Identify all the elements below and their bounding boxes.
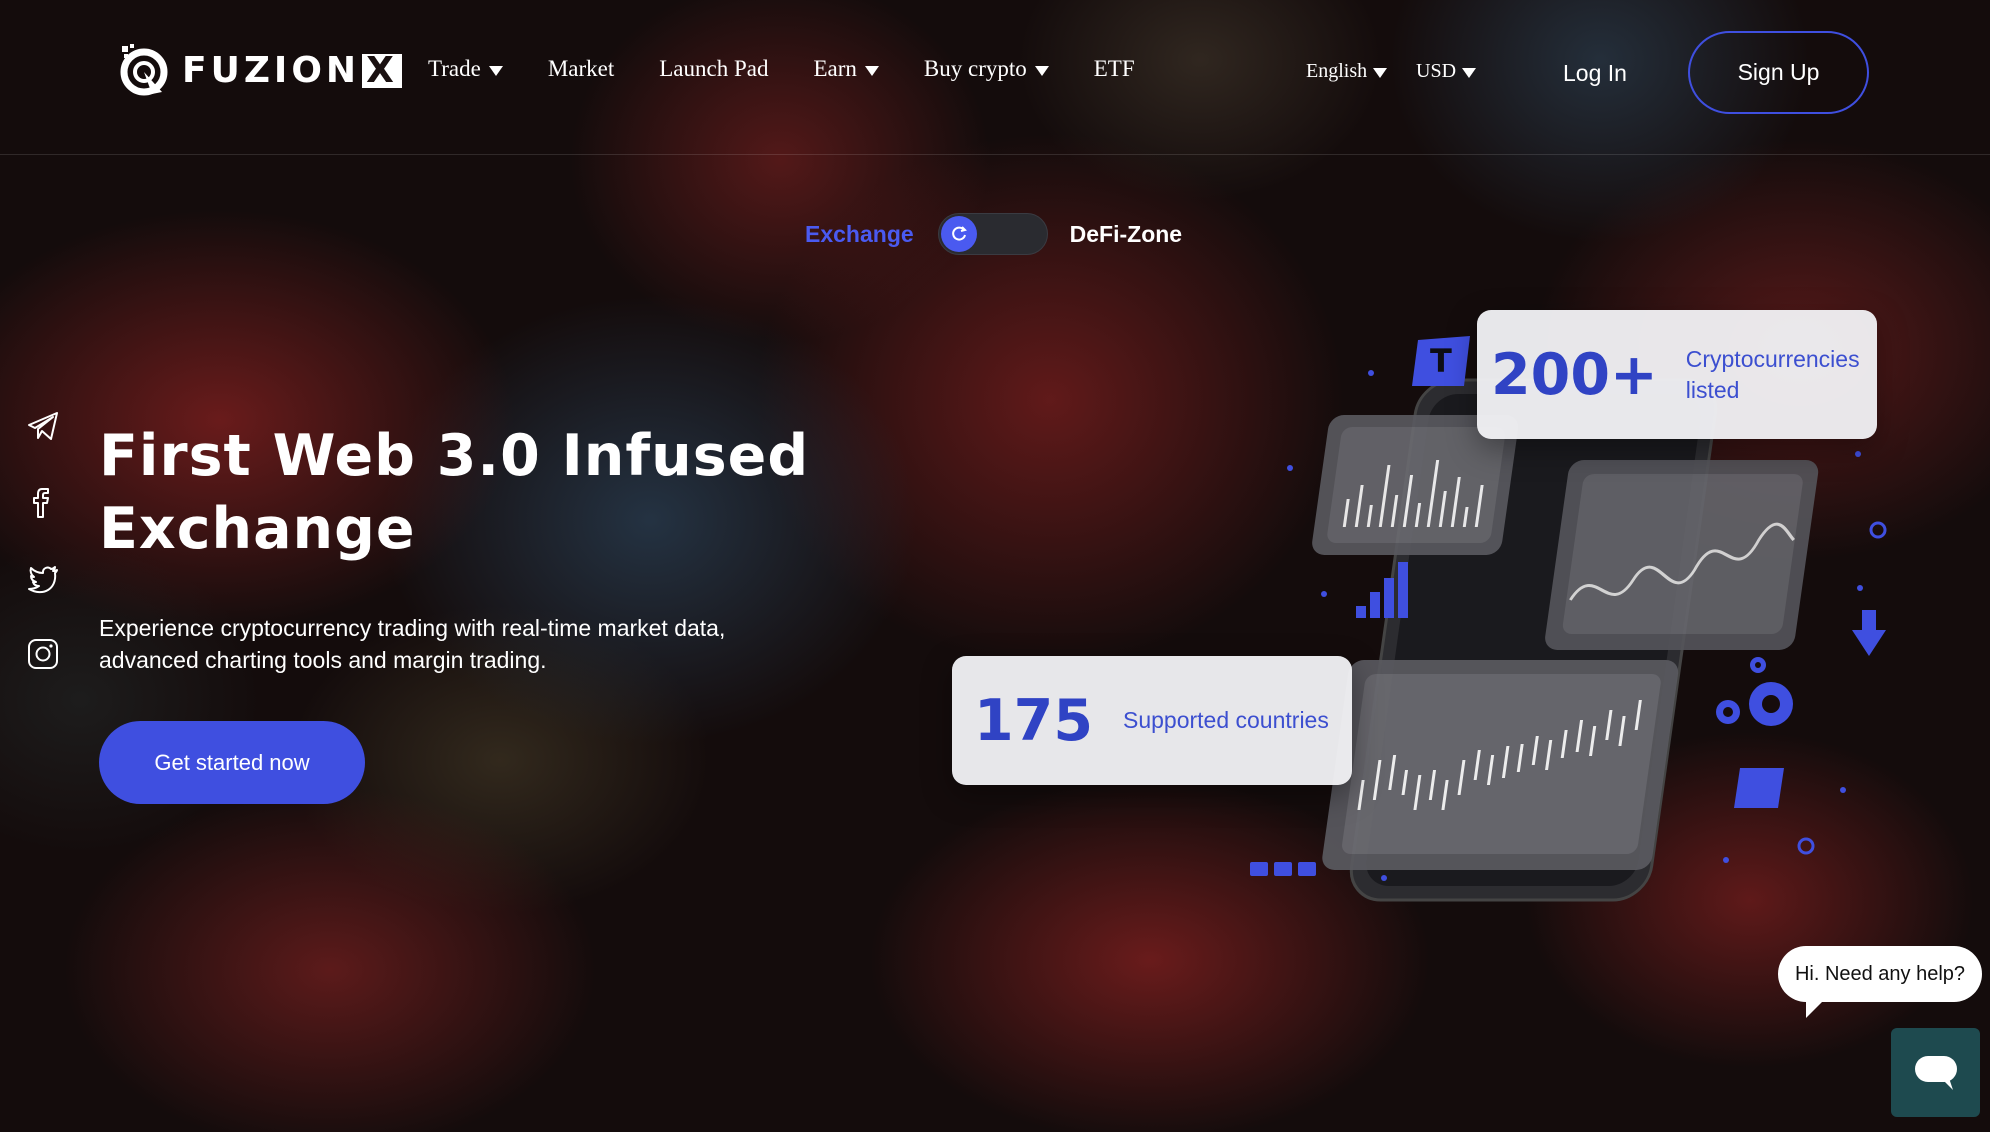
exchange-label[interactable]: Exchange (805, 221, 914, 248)
mode-toggle-row: Exchange DeFi-Zone (805, 212, 1182, 256)
brand-wordmark: FUZION X (182, 50, 402, 91)
nav-item-earn[interactable]: Earn (813, 56, 879, 82)
nav-item-label: Market (547, 56, 615, 81)
nav-item-launch-pad[interactable]: Launch Pad (659, 56, 768, 82)
currency-label: USD (1416, 60, 1457, 82)
twitter-icon[interactable] (26, 560, 60, 596)
stat-label: Supported countries (1122, 707, 1329, 733)
nav-item-label: ETF (1093, 56, 1135, 81)
site-header: FUZION X Trade Market Launch Pad Earn Buy… (0, 0, 1990, 155)
stat-label: Cryptocurrencies listed (1685, 345, 1860, 403)
help-bubble[interactable]: Hi. Need any help? (1778, 946, 1982, 1002)
svg-text:T: T (1430, 342, 1452, 380)
signup-button[interactable]: Sign Up (1688, 31, 1869, 114)
caret-down-icon (864, 65, 879, 76)
nav-item-trade[interactable]: Trade (428, 56, 503, 82)
stat-value: 175 (974, 687, 1093, 754)
help-bubble-tail (1806, 1000, 1824, 1018)
nav-item-label: Buy crypto (923, 56, 1027, 81)
hero-description-line: Experience cryptocurrency trading with r… (99, 615, 726, 641)
caret-down-icon (1034, 65, 1049, 76)
caret-down-icon (488, 65, 503, 76)
chat-launcher-button[interactable] (1891, 1028, 1980, 1117)
brand-logo[interactable]: FUZION X (118, 40, 402, 100)
chat-icon (1914, 1055, 1957, 1090)
get-started-button[interactable]: Get started now (99, 721, 365, 804)
stat-card-cryptocurrencies: 200+ Cryptocurrencies listed (1477, 310, 1877, 439)
hero-illustration: T 200+ Cryptocurrencies listed 175 Suppor… (950, 300, 1890, 920)
language-label: English (1306, 60, 1368, 82)
facebook-icon[interactable] (26, 484, 60, 520)
defi-zone-label[interactable]: DeFi-Zone (1070, 221, 1182, 248)
nav-item-market[interactable]: Market (548, 56, 614, 82)
hero-description-line: advanced charting tools and margin tradi… (99, 647, 547, 673)
main-nav: Trade Market Launch Pad Earn Buy crypto … (428, 56, 1135, 82)
social-links (26, 408, 60, 672)
nav-item-label: Earn (813, 56, 857, 81)
hero-title: First Web 3.0 Infused Exchange (99, 420, 819, 566)
fuzion-logo-icon (120, 44, 168, 96)
mode-toggle-switch[interactable] (937, 213, 1048, 255)
nav-item-label: Launch Pad (659, 56, 769, 81)
login-button[interactable]: Log In (1550, 48, 1640, 98)
currency-select[interactable]: USD (1416, 60, 1477, 83)
stat-card-countries: 175 Supported countries (952, 656, 1352, 785)
nav-item-buy-crypto[interactable]: Buy crypto (924, 56, 1049, 82)
caret-down-icon (1462, 68, 1477, 78)
hero-description: Experience cryptocurrency trading with r… (99, 612, 799, 676)
nav-item-label: Trade (428, 56, 481, 81)
nav-item-etf[interactable]: ETF (1094, 56, 1135, 82)
hero-title-line: First Web 3.0 Infused (99, 423, 810, 489)
caret-down-icon (1373, 68, 1388, 78)
language-select[interactable]: English (1306, 60, 1388, 83)
refresh-icon (951, 226, 967, 241)
stat-value: 200+ (1491, 341, 1658, 408)
hero-title-line: Exchange (99, 496, 416, 562)
telegram-icon[interactable] (26, 408, 60, 444)
toggle-knob (940, 216, 977, 252)
instagram-icon[interactable] (26, 636, 60, 672)
